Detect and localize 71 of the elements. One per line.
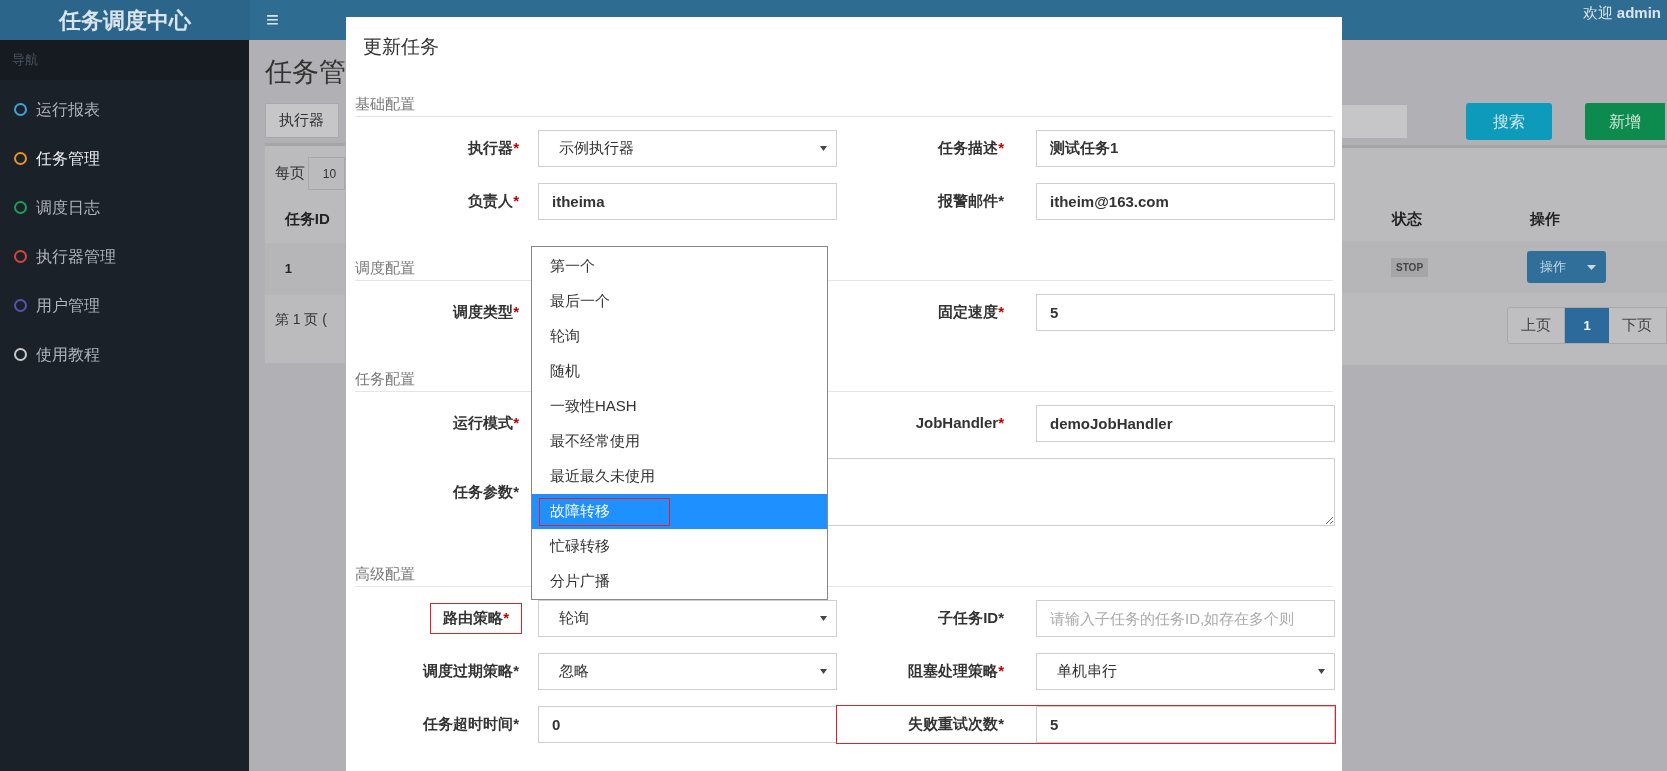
sidebar-item[interactable]: 任务管理 [0, 134, 249, 183]
select-field[interactable]: 单机串行 [1036, 653, 1335, 690]
dropdown-option[interactable]: 一致性HASH [532, 389, 827, 424]
input-field[interactable]: 请输入子任务的任务ID,如存在多个则 [1036, 600, 1335, 637]
dropdown-option[interactable]: 随机 [532, 354, 827, 389]
dropdown-option[interactable]: 分片广播 [532, 564, 827, 599]
section-title: 高级配置 [355, 564, 415, 585]
input-field[interactable]: 5 [1036, 294, 1335, 331]
dropdown-option[interactable]: 忙碌转移 [532, 529, 827, 564]
select-field[interactable]: 示例执行器 [538, 130, 837, 167]
caret-icon [1587, 264, 1597, 270]
app-logo: 任务调度中心 [59, 6, 191, 35]
dropdown-arrow-icon [820, 146, 827, 151]
field-label: 负责人* [468, 191, 519, 212]
dropdown-option[interactable]: 最不经常使用 [532, 424, 827, 459]
input-field[interactable]: itheim@163.com [1036, 183, 1335, 220]
input-field[interactable]: 0 [538, 706, 837, 743]
menu-toggle[interactable]: ≡ [266, 9, 279, 31]
modal-title: 更新任务 [363, 34, 439, 59]
page-button[interactable]: 1 [1565, 308, 1609, 343]
page-size-select[interactable]: 10 [307, 157, 345, 190]
field-label: JobHandler* [915, 413, 1004, 434]
field-label: 调度类型* [453, 302, 519, 323]
field-label: 路由策略* [430, 603, 522, 634]
select-field[interactable]: 忽略 [538, 653, 837, 690]
field-label: 报警邮件* [938, 191, 1004, 212]
field-label: 调度过期策略* [423, 661, 519, 682]
status-badge: STOP [1391, 257, 1429, 277]
table-cell-text: 1 [284, 259, 293, 278]
field-label: 阻塞处理策略* [908, 661, 1004, 682]
action-button[interactable]: 操作 [1527, 251, 1607, 283]
dropdown-arrow-icon [820, 616, 827, 621]
input-field[interactable]: demoJobHandler [1036, 405, 1335, 442]
filter-button[interactable]: 执行器 [264, 103, 339, 138]
select-field[interactable]: 轮询 [538, 600, 837, 637]
section-title: 任务配置 [355, 369, 415, 390]
sidebar-item[interactable]: 用户管理 [0, 281, 249, 330]
page-title: 任务管 [264, 56, 345, 89]
welcome-text: 欢迎 admin [1582, 2, 1661, 23]
page-info: 第 1 页 ( [274, 309, 328, 329]
add-button[interactable]: 新增 [1585, 103, 1665, 140]
field-label: 子任务ID* [938, 608, 1004, 629]
column-header: 操作 [1530, 208, 1560, 229]
dropdown-option[interactable]: 轮询 [532, 319, 827, 354]
page-size-label: 每页 [274, 163, 305, 184]
page-button[interactable]: 下页 [1608, 308, 1666, 343]
sidebar-item[interactable]: 调度日志 [0, 183, 249, 232]
nav-heading: 导航 [12, 51, 38, 70]
column-header: 任务ID [284, 209, 331, 229]
input-field[interactable]: 5 [1036, 706, 1335, 743]
sidebar-item[interactable]: 执行器管理 [0, 232, 249, 281]
dropdown-arrow-icon [1318, 669, 1325, 674]
dropdown-option[interactable]: 最后一个 [532, 284, 827, 319]
dropdown-option[interactable]: 最近最久未使用 [532, 459, 827, 494]
field-label: 固定速度* [938, 302, 1004, 323]
section-title: 调度配置 [355, 258, 415, 279]
page-button[interactable]: 上页 [1508, 308, 1566, 343]
column-header: 状态 [1392, 208, 1423, 229]
sidebar-item[interactable]: 运行报表 [0, 85, 249, 134]
field-label: 失败重试次数* [908, 714, 1004, 735]
input-field[interactable]: itheima [538, 183, 837, 220]
dropdown-option[interactable]: 第一个 [532, 249, 827, 284]
field-label: 任务参数* [453, 481, 519, 502]
section-title: 基础配置 [355, 94, 415, 115]
sidebar-item[interactable]: 使用教程 [0, 330, 249, 379]
input-field[interactable]: 测试任务1 [1036, 130, 1335, 167]
field-label: 任务描述* [938, 138, 1004, 159]
field-label: 执行器* [468, 138, 519, 159]
field-label: 运行模式* [453, 413, 519, 434]
field-label: 任务超时时间* [423, 714, 519, 735]
dropdown-arrow-icon [820, 669, 827, 674]
